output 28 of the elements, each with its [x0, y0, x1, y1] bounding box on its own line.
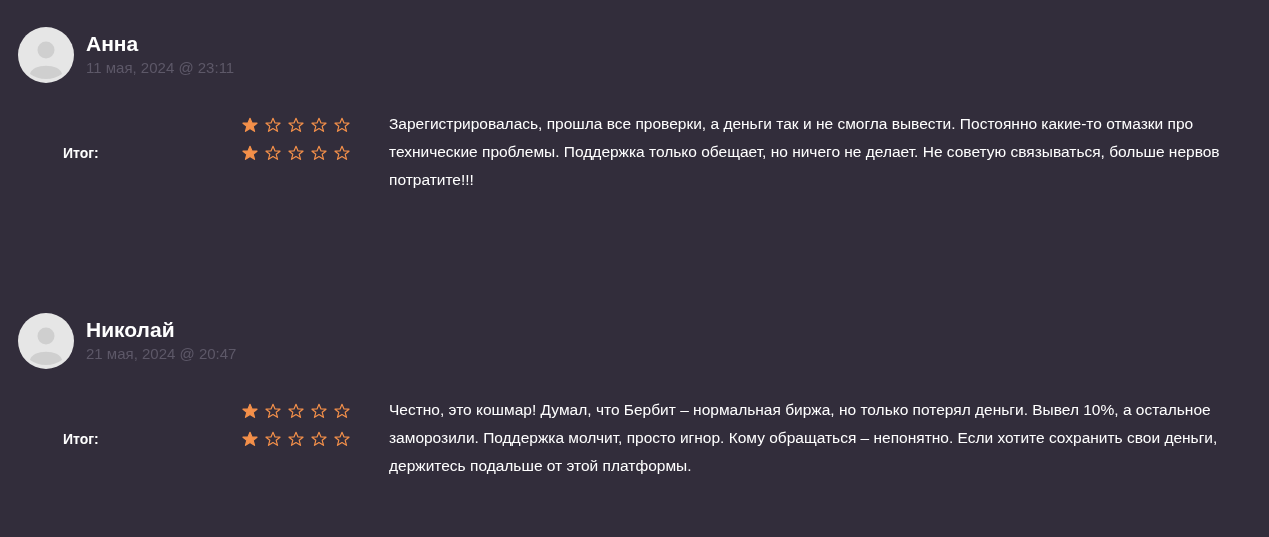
star-outline-icon: [334, 431, 350, 447]
star-outline-icon: [311, 431, 327, 447]
star-outline-icon: [334, 403, 350, 419]
star-outline-icon: [311, 117, 327, 133]
star-outline-icon: [288, 145, 304, 161]
star-outline-icon: [265, 431, 281, 447]
star-filled-icon: [242, 431, 258, 447]
review-text: Зарегистрировалась, прошла все проверки, а деньги так и не смогла вывести. Постоянно какие-то отмазки про технические проблемы. Поддержка только обещает, но ничего не делает. Не советую связываться, больше нервов потратите!!!: [389, 114, 1221, 190]
star-outline-icon: [311, 403, 327, 419]
star-outline-icon: [334, 145, 350, 161]
star-filled-icon: [242, 403, 258, 419]
star-filled-icon: [242, 117, 258, 133]
star-outline-icon: [265, 145, 281, 161]
review-text: Честно, это кошмар! Думал, что Бербит – нормальная биржа, но только потерял деньги. Вывел 10%, а остальное заморозили. Поддержка молчит, просто игнор. Кому обращаться – непонятно. Если хотите сохранить свои деньги, держитесь подальше от этой платформы.: [389, 400, 1219, 476]
star-outline-icon: [265, 403, 281, 419]
star-outline-icon: [288, 403, 304, 419]
star-outline-icon: [334, 117, 350, 133]
reviewer-name: Николай: [86, 317, 176, 343]
star-outline-icon: [265, 117, 281, 133]
star-filled-icon: [242, 145, 258, 161]
rating-label: Итог:: [63, 145, 99, 161]
star-outline-icon: [288, 117, 304, 133]
star-outline-icon: [311, 145, 327, 161]
rating-label: Итог:: [63, 431, 99, 447]
avatar-icon: [18, 313, 74, 369]
star-outline-icon: [288, 431, 304, 447]
avatar-icon: [18, 27, 74, 83]
reviewer-name: Анна: [86, 31, 140, 57]
